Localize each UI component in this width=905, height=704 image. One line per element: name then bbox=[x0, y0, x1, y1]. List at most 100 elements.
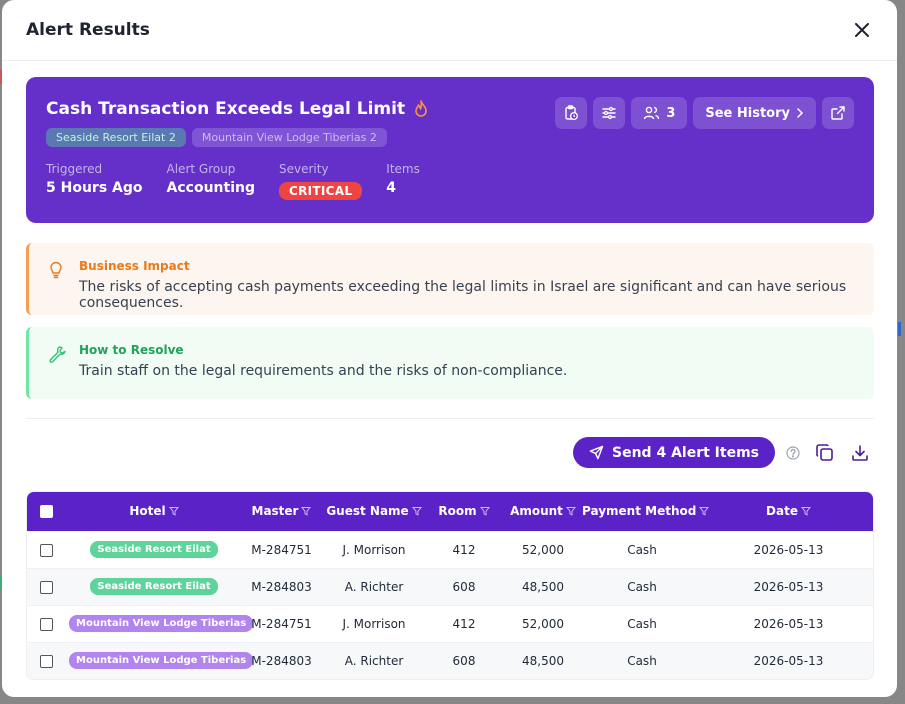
send-alert-items-label: Send 4 Alert Items bbox=[612, 444, 759, 461]
date-cell: 2026-05-13 bbox=[753, 616, 824, 631]
modal-header: Alert Results bbox=[2, 0, 897, 61]
divider bbox=[26, 418, 874, 419]
row-checkbox[interactable] bbox=[40, 580, 53, 594]
table-row[interactable]: Seaside Resort Eilat M-284751 J. Morriso… bbox=[27, 531, 873, 568]
send-alert-items-button[interactable]: Send 4 Alert Items bbox=[573, 437, 775, 468]
master-cell: M-284751 bbox=[251, 616, 312, 631]
meta-value: Accounting bbox=[166, 180, 255, 196]
table-row[interactable]: Mountain View Lodge Tiberias M-284751 J.… bbox=[27, 605, 873, 642]
help-button[interactable] bbox=[785, 440, 801, 466]
date-cell: 2026-05-13 bbox=[753, 579, 824, 594]
meta-severity: Severity CRITICAL bbox=[278, 162, 363, 200]
filter-icon[interactable] bbox=[800, 506, 812, 516]
hotel-pill: Mountain View Lodge Tiberias bbox=[69, 615, 254, 632]
alert-meta: Triggered 5 Hours Ago Alert Group Accoun… bbox=[46, 162, 854, 200]
guest-cell: A. Richter bbox=[344, 653, 404, 668]
open-external-button[interactable] bbox=[822, 97, 854, 129]
severity-badge: CRITICAL bbox=[278, 182, 363, 200]
hotel-cell: Mountain View Lodge Tiberias bbox=[69, 642, 254, 679]
column-header-room[interactable]: Room bbox=[424, 492, 504, 531]
filter-icon[interactable] bbox=[699, 506, 710, 516]
how-to-resolve-text: Train staff on the legal requirements an… bbox=[79, 363, 568, 379]
method-cell: Cash bbox=[627, 542, 657, 557]
table-header-row: Hotel Master Guest Name Room Amount Paym… bbox=[27, 492, 873, 531]
meta-alert-group: Alert Group Accounting bbox=[167, 162, 255, 199]
filter-icon[interactable] bbox=[301, 506, 312, 516]
meta-items: Items 4 bbox=[386, 162, 420, 199]
how-to-resolve-box: How to Resolve Train staff on the legal … bbox=[26, 327, 874, 399]
table-row[interactable]: Seaside Resort Eilat M-284803 A. Richter… bbox=[27, 568, 873, 605]
business-impact-title: Business Impact bbox=[79, 259, 190, 273]
column-header-guest-name[interactable]: Guest Name bbox=[324, 492, 424, 531]
column-header-date[interactable]: Date bbox=[702, 492, 873, 531]
hotel-pill: Seaside Resort Eilat bbox=[90, 541, 218, 558]
download-button[interactable] bbox=[847, 440, 873, 466]
filter-icon[interactable] bbox=[565, 506, 576, 516]
column-header-master[interactable]: Master bbox=[239, 492, 324, 531]
alert-summary-card: Cash Transaction Exceeds Legal Limit Sea… bbox=[26, 77, 874, 223]
row-select-cell bbox=[27, 642, 69, 679]
column-label: Date bbox=[766, 504, 798, 518]
column-label: Hotel bbox=[129, 504, 166, 518]
modal-title: Alert Results bbox=[26, 20, 150, 40]
hotel-cell: Seaside Resort Eilat bbox=[69, 568, 239, 605]
help-circle-icon bbox=[786, 445, 800, 460]
column-label: Guest Name bbox=[326, 504, 409, 518]
settings-button[interactable] bbox=[593, 97, 626, 129]
meta-value: 4 bbox=[386, 180, 397, 196]
close-button[interactable] bbox=[849, 17, 875, 43]
send-icon bbox=[589, 445, 604, 460]
hotel-chip[interactable]: Mountain View Lodge Tiberias 2 bbox=[191, 128, 387, 147]
hotel-pill: Mountain View Lodge Tiberias bbox=[69, 652, 254, 670]
card-actions: 3 See History bbox=[555, 97, 854, 129]
hotel-cell: Seaside Resort Eilat bbox=[69, 531, 239, 568]
row-checkbox[interactable] bbox=[40, 654, 53, 668]
row-select-cell bbox=[27, 605, 69, 642]
meta-value: 5 Hours Ago bbox=[46, 180, 143, 196]
row-checkbox[interactable] bbox=[40, 543, 53, 557]
alert-title: Cash Transaction Exceeds Legal Limit bbox=[46, 99, 406, 119]
assignees-button[interactable]: 3 bbox=[631, 97, 688, 129]
table-row[interactable]: Mountain View Lodge Tiberias M-284803 A.… bbox=[27, 642, 873, 679]
column-header-payment-method[interactable]: Payment Method bbox=[582, 492, 710, 531]
row-select-cell bbox=[27, 531, 69, 568]
amount-cell: 48,500 bbox=[522, 653, 564, 668]
column-header-amount[interactable]: Amount bbox=[504, 492, 582, 531]
select-all-checkbox[interactable] bbox=[40, 505, 53, 519]
amount-cell: 48,500 bbox=[522, 579, 564, 594]
how-to-resolve-title: How to Resolve bbox=[79, 343, 184, 357]
sliders-icon bbox=[602, 106, 617, 120]
filter-icon[interactable] bbox=[168, 506, 179, 516]
wrench-icon bbox=[49, 346, 66, 363]
master-cell: M-284803 bbox=[251, 653, 312, 668]
business-impact-text: The risks of accepting cash payments exc… bbox=[79, 279, 847, 311]
room-cell: 412 bbox=[452, 616, 476, 631]
alert-results-modal: Alert Results Cash Transaction Exceeds L… bbox=[2, 0, 897, 697]
date-cell: 2026-05-13 bbox=[753, 542, 824, 557]
room-cell: 412 bbox=[452, 542, 476, 557]
filter-icon[interactable] bbox=[479, 506, 490, 516]
users-icon bbox=[644, 106, 660, 120]
assignee-count: 3 bbox=[666, 105, 676, 121]
chevron-right-icon bbox=[797, 108, 804, 118]
row-select-cell bbox=[27, 568, 69, 605]
snooze-button[interactable] bbox=[555, 97, 588, 129]
external-link-icon bbox=[831, 106, 845, 120]
see-history-label: See History bbox=[705, 105, 790, 121]
filter-icon[interactable] bbox=[411, 506, 422, 516]
meta-label: Items bbox=[386, 162, 420, 176]
hotel-chips: Seaside Resort Eilat 2 Mountain View Lod… bbox=[46, 128, 854, 147]
guest-cell: J. Morrison bbox=[342, 542, 406, 557]
hotel-chip[interactable]: Seaside Resort Eilat 2 bbox=[46, 128, 186, 147]
hotel-pill: Seaside Resort Eilat bbox=[90, 578, 218, 595]
see-history-button[interactable]: See History bbox=[693, 97, 816, 129]
column-label: Master bbox=[251, 504, 299, 518]
column-header-hotel[interactable]: Hotel bbox=[69, 492, 239, 531]
copy-icon bbox=[815, 444, 833, 461]
select-all-cell bbox=[27, 492, 69, 531]
copy-button[interactable] bbox=[811, 440, 837, 466]
lightbulb-icon bbox=[50, 261, 62, 279]
date-cell: 2026-05-13 bbox=[753, 653, 824, 668]
row-checkbox[interactable] bbox=[40, 617, 53, 631]
download-icon bbox=[852, 444, 868, 461]
